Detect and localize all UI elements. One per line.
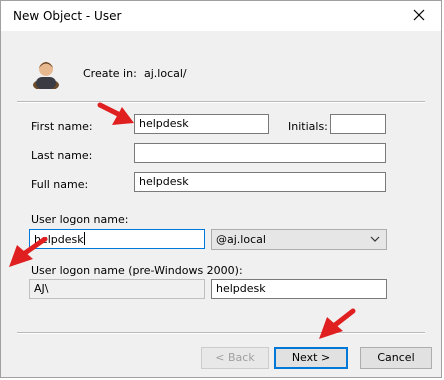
full-name-label: Full name: — [31, 178, 89, 191]
top-separator — [17, 101, 425, 103]
first-name-input[interactable]: helpdesk — [134, 114, 269, 134]
pre2000-logon-input[interactable]: helpdesk — [211, 279, 387, 299]
pre2000-domain-field: AJ\ — [29, 279, 205, 299]
chevron-down-icon — [370, 236, 380, 242]
first-name-label: First name: — [31, 120, 93, 133]
user-avatar-icon — [33, 62, 59, 89]
last-name-input[interactable] — [134, 143, 386, 163]
back-button[interactable]: < Back — [201, 347, 269, 369]
last-name-label: Last name: — [31, 149, 93, 162]
create-in-label: Create in: — [83, 67, 137, 80]
initials-label: Initials: — [288, 120, 328, 133]
title-bar: New Object - User — [1, 1, 441, 31]
cancel-button[interactable]: Cancel — [360, 347, 432, 369]
initials-input[interactable] — [330, 114, 386, 134]
annotation-arrow-next — [319, 308, 356, 339]
create-in-value: aj.local/ — [144, 67, 187, 80]
logon-name-label: User logon name: — [31, 213, 129, 226]
annotation-arrow-first-name — [97, 102, 134, 125]
logon-name-input[interactable]: helpdesk — [29, 229, 205, 249]
dialog-title: New Object - User — [13, 9, 122, 23]
text-caret — [83, 232, 85, 245]
bottom-separator — [17, 332, 425, 334]
domain-select-value: @aj.local — [216, 233, 266, 246]
close-icon[interactable] — [411, 7, 427, 23]
next-button[interactable]: Next > — [274, 347, 348, 369]
new-object-user-dialog: New Object - User Create in: aj.local/ F… — [0, 0, 442, 378]
pre2000-label: User logon name (pre-Windows 2000): — [31, 264, 243, 277]
annotation-arrow-logon-name — [9, 237, 48, 267]
domain-select[interactable]: @aj.local — [211, 229, 387, 250]
full-name-input[interactable]: helpdesk — [134, 172, 386, 192]
